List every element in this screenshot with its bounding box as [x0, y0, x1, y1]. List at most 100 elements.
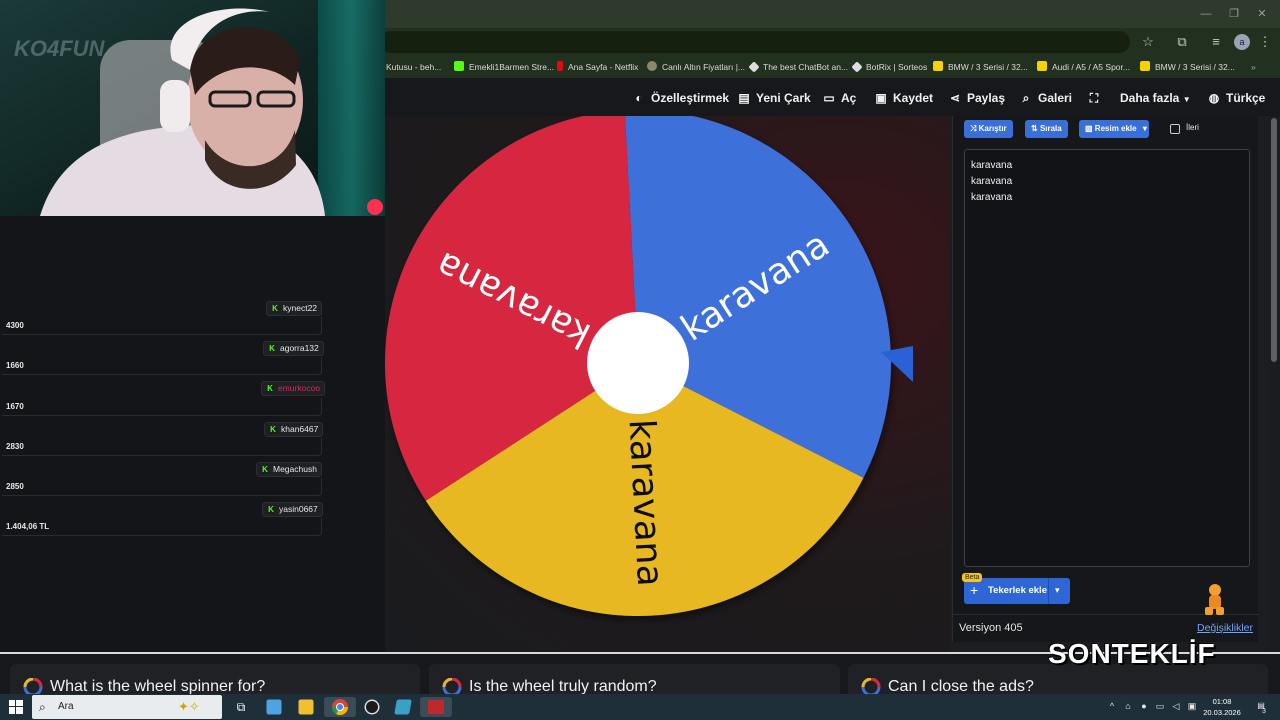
- viewer-tag: Kkynect22: [266, 301, 323, 316]
- bookmark-item[interactable]: Ana Sayfa - Netflix: [557, 60, 638, 74]
- bookmark-item[interactable]: Canlı Altın Fiyatları |...: [647, 60, 745, 74]
- taskbar-clock[interactable]: 01:08 20.03.2026: [1198, 696, 1246, 718]
- shuffle-icon: ⤨: [970, 124, 977, 133]
- netflix-icon: [557, 61, 563, 71]
- faq-card[interactable]: What is the wheel spinner for?: [10, 664, 420, 696]
- gallery-button[interactable]: ⌕ Galeri: [1019, 90, 1072, 106]
- page-scrollbar[interactable]: [1268, 116, 1280, 652]
- media-icon[interactable]: ≡: [1207, 33, 1225, 51]
- sahibinden-icon: [1037, 61, 1047, 71]
- task-view-icon[interactable]: ⧉: [231, 697, 251, 717]
- wheel-center[interactable]: [587, 312, 689, 414]
- webcam-watermark: KO4FUN: [14, 36, 105, 61]
- advanced-checkbox[interactable]: [1170, 124, 1180, 134]
- bookmark-item[interactable]: BotRix | Sorteos: [851, 60, 927, 74]
- profile-avatar[interactable]: a: [1234, 34, 1250, 50]
- chevron-up-icon[interactable]: ^: [1106, 700, 1118, 712]
- network-icon[interactable]: ▭: [1154, 700, 1166, 712]
- bookmark-item[interactable]: Kutusu - beh...: [386, 60, 441, 74]
- search-icon: ⌕: [1022, 91, 1030, 105]
- add-wheel-button[interactable]: + Tekerlek ekle ▾: [964, 578, 1070, 604]
- app-icon[interactable]: [266, 699, 282, 715]
- restore-icon[interactable]: ❐: [1226, 6, 1242, 22]
- amount-row: 1660: [2, 357, 322, 375]
- search-icon: ⌕: [39, 700, 46, 714]
- app-taskbar-button[interactable]: [420, 697, 452, 717]
- file-explorer-icon[interactable]: [298, 699, 314, 715]
- sort-button[interactable]: ⇅ Sırala: [1025, 120, 1068, 138]
- sahibinden-icon: [933, 61, 943, 71]
- mascot-icon: [1203, 582, 1225, 618]
- obs-icon[interactable]: [364, 699, 380, 715]
- more-menu-button[interactable]: Daha fazla ▼: [1120, 90, 1191, 106]
- chevron-down-icon[interactable]: ▾: [1055, 585, 1060, 596]
- webcam-overlay: KO4FUN: [0, 0, 385, 216]
- viewer-tag: Kyasin0667: [262, 502, 323, 517]
- entry-line: karavana: [971, 176, 1013, 187]
- display-icon[interactable]: ▣: [1186, 700, 1198, 712]
- scrollbar-thumb[interactable]: [1271, 118, 1277, 362]
- amount-row: 1670: [2, 398, 322, 416]
- viewer-overlay: Kkynect22 4300 Kagorra132 1660 Kemurkoco…: [0, 216, 385, 652]
- bookmark-item[interactable]: Emekli1Barmen Stre...: [454, 60, 554, 74]
- floppy-icon: ▣: [875, 91, 887, 105]
- share-button[interactable]: ⋖ Paylaş: [948, 90, 1005, 106]
- fullscreen-button[interactable]: ⛶: [1087, 90, 1106, 106]
- viewer-tag: Kkhan6467: [264, 422, 324, 437]
- amount-row: 2850: [2, 478, 322, 496]
- entry-line: karavana: [971, 160, 1013, 171]
- notification-icon[interactable]: ▤ 3: [1254, 700, 1268, 715]
- language-button[interactable]: ◍ Türkçe: [1207, 90, 1266, 106]
- changelog-link[interactable]: Değişiklikler: [1197, 622, 1253, 634]
- volume-icon[interactable]: ◁: [1170, 700, 1182, 712]
- microphone-icon[interactable]: ●: [1138, 700, 1150, 712]
- url-field[interactable]: [380, 31, 1130, 53]
- amount-row: 1.404,06 TL: [2, 518, 322, 536]
- bookmark-item[interactable]: The best ChatBot an...: [748, 60, 848, 74]
- beta-badge: Beta: [962, 573, 983, 582]
- windows-start-icon[interactable]: [9, 700, 23, 714]
- entries-textarea[interactable]: karavana karavana karavana: [964, 149, 1250, 567]
- new-wheel-button[interactable]: ▤ Yeni Çark: [737, 90, 810, 106]
- amount-row: 2830: [2, 438, 322, 456]
- wheel-segment-label: karavana: [620, 418, 670, 587]
- chevron-down-icon: ▼: [1182, 95, 1191, 104]
- kick-icon: [454, 61, 464, 71]
- sort-icon: ⇅: [1031, 124, 1038, 133]
- bookmark-item[interactable]: Audi / A5 / A5 Spor...: [1037, 60, 1130, 74]
- extensions-icon[interactable]: ⧉: [1173, 33, 1191, 51]
- app-tray-icon[interactable]: ⌂: [1122, 700, 1134, 712]
- entry-line: karavana: [971, 192, 1013, 203]
- spinning-wheel[interactable]: karavanakaravanakaravana: [385, 116, 950, 652]
- chatbot-icon: [748, 61, 760, 73]
- chrome-taskbar-button[interactable]: [324, 697, 356, 717]
- amount-row: 4300: [2, 317, 322, 335]
- shuffle-button[interactable]: ⤨ Karıştır: [964, 120, 1013, 138]
- customize-button[interactable]: ◐ Özelleştirmek: [632, 90, 729, 106]
- viewer-tag: Kagorra132: [263, 341, 324, 356]
- bookmarks-overflow-icon[interactable]: »: [1251, 60, 1256, 74]
- close-icon[interactable]: ✕: [1254, 6, 1270, 22]
- sparkle-icon: ✦✧: [178, 699, 200, 714]
- palette-icon: ◐: [635, 91, 643, 105]
- save-button[interactable]: ▣ Kaydet: [874, 90, 933, 106]
- faq-card[interactable]: Is the wheel truly random?: [429, 664, 840, 696]
- minimize-icon[interactable]: —: [1198, 6, 1214, 22]
- entries-panel: ⤨ Karıştır ⇅ Sırala ▨ Resim ekle ▾ İleri…: [952, 116, 1259, 642]
- kick-icon: K: [271, 304, 279, 313]
- globe-icon: ◍: [1208, 91, 1220, 105]
- open-button[interactable]: ▭ Aç: [822, 90, 856, 106]
- bookmark-item[interactable]: BMW / 3 Serisi / 32...: [1140, 60, 1235, 74]
- version-label: Versiyon 405: [959, 622, 1023, 634]
- bookmark-item[interactable]: BMW / 3 Serisi / 32...: [933, 60, 1028, 74]
- fullscreen-icon: ⛶: [1089, 91, 1099, 105]
- share-icon: ⋖: [949, 91, 961, 105]
- star-icon[interactable]: ☆: [1139, 33, 1157, 51]
- app-icon[interactable]: [394, 699, 412, 715]
- botrix-icon: [851, 61, 863, 73]
- sahibinden-icon: [1140, 61, 1150, 71]
- add-image-button[interactable]: ▨ Resim ekle ▾: [1079, 120, 1149, 138]
- menu-icon[interactable]: ⋮: [1256, 33, 1274, 51]
- taskbar-search[interactable]: ⌕ Ara ✦✧: [32, 695, 222, 719]
- kick-icon: K: [266, 384, 274, 393]
